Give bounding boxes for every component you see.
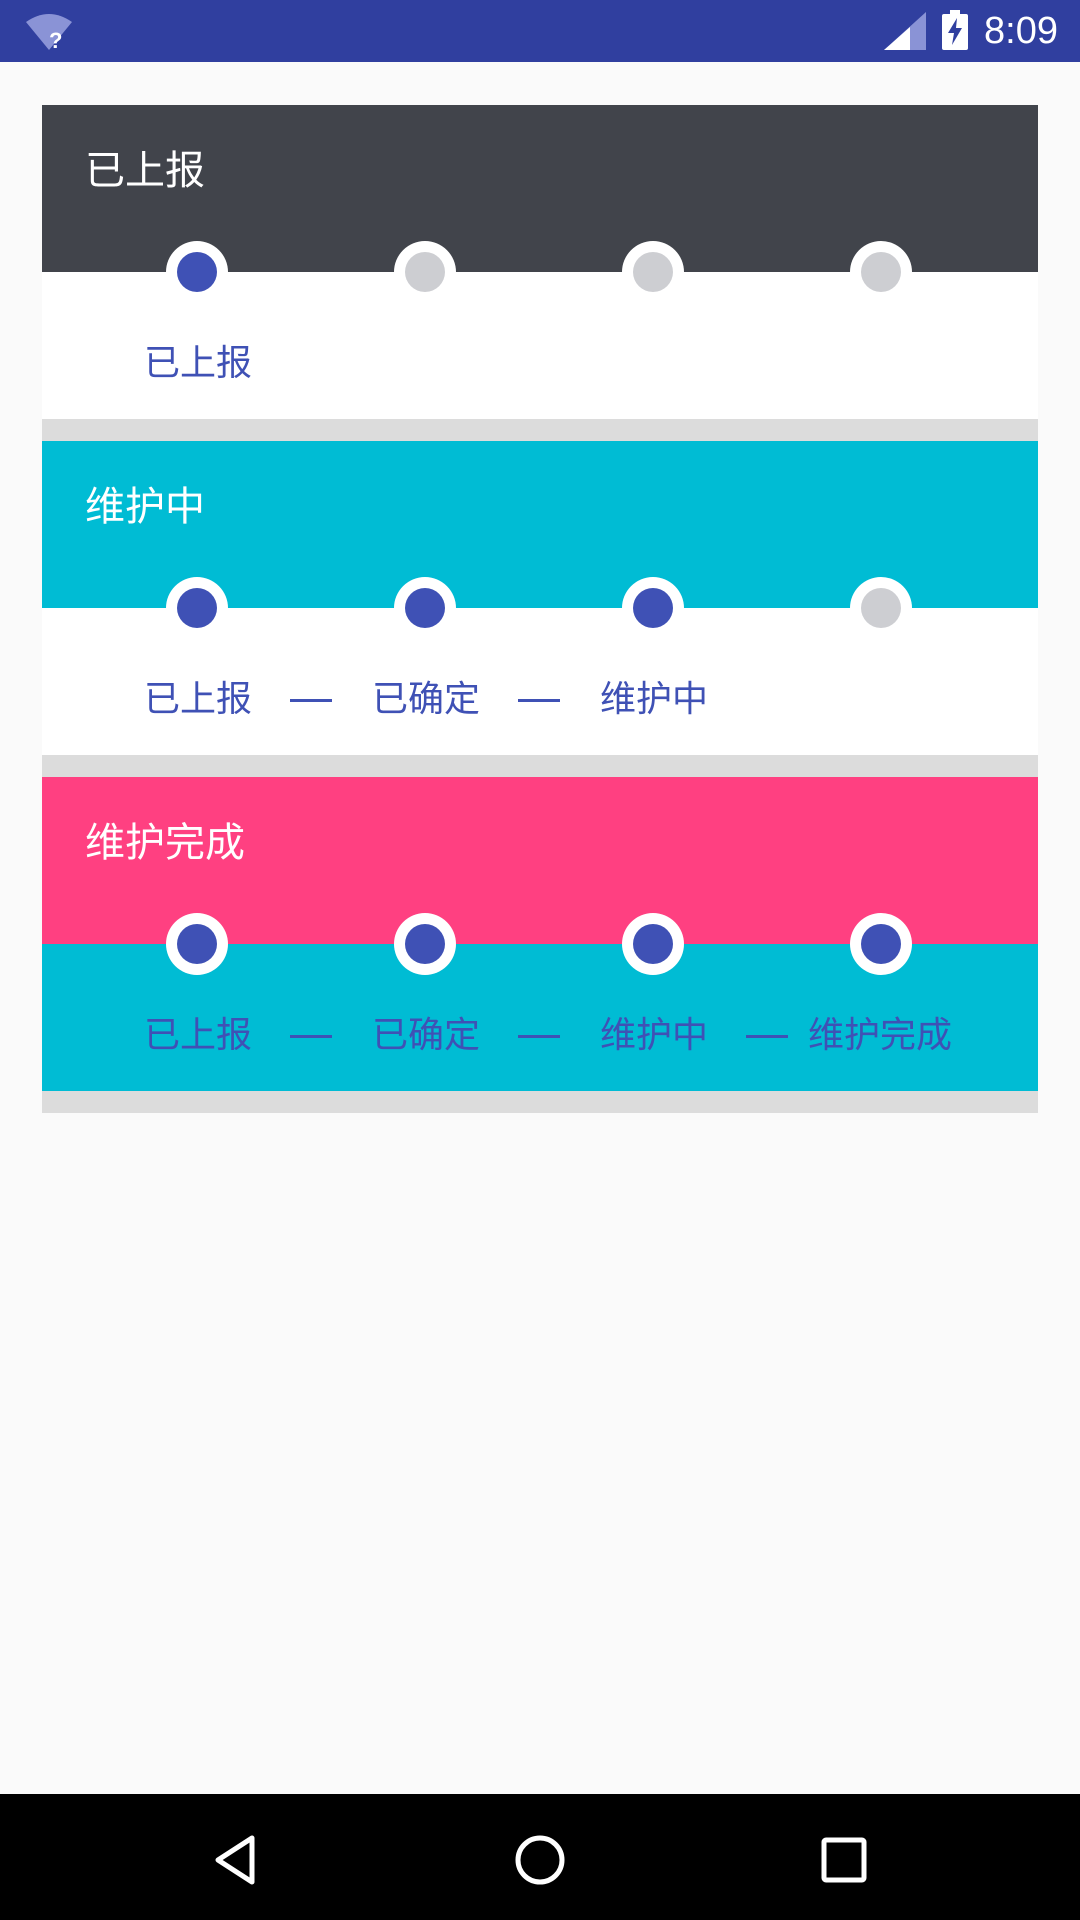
card-divider [42, 755, 1038, 777]
step-label-2: 已确定 [372, 679, 481, 720]
step-label-3: 维护中 [600, 1015, 709, 1056]
step-connector [518, 1035, 560, 1038]
step-dot-4 [850, 241, 912, 303]
cell-signal-icon [884, 12, 926, 50]
navigation-bar [0, 1794, 1080, 1920]
status-bar: ? 8:09 [0, 0, 1080, 62]
card-title: 维护中 [85, 484, 205, 530]
card-title: 维护完成 [85, 820, 245, 866]
status-card-completed: 维护完成 已上报 已确定 维护中 维护完成 [42, 777, 1038, 1113]
step-connector [290, 699, 332, 702]
step-dot-1 [166, 913, 228, 975]
status-card-maintaining: 维护中 已上报 已确定 维护中 [42, 441, 1038, 777]
step-dot-2 [394, 241, 456, 303]
battery-charging-icon [942, 10, 968, 50]
step-dot-2 [394, 913, 456, 975]
step-dot-1 [166, 241, 228, 303]
card-title: 已上报 [85, 148, 205, 194]
step-dot-4 [850, 577, 912, 639]
back-icon[interactable] [208, 1832, 264, 1888]
step-dot-3 [622, 241, 684, 303]
wifi-unknown-icon: ? [26, 14, 72, 52]
step-label-1: 已上报 [144, 679, 253, 720]
status-card-reported: 已上报 已上报 [42, 105, 1038, 441]
step-dot-1 [166, 577, 228, 639]
home-icon[interactable] [512, 1832, 568, 1888]
step-dot-2 [394, 577, 456, 639]
recents-icon[interactable] [816, 1832, 872, 1888]
step-connector [746, 1035, 788, 1038]
step-label-1: 已上报 [144, 1015, 253, 1056]
step-connector [290, 1035, 332, 1038]
step-dot-3 [622, 913, 684, 975]
step-label-3: 维护中 [600, 679, 709, 720]
clock-time: 8:09 [984, 10, 1058, 52]
svg-text:?: ? [49, 28, 62, 52]
step-dot-3 [622, 577, 684, 639]
step-label-1: 已上报 [144, 343, 253, 384]
step-dot-4 [850, 913, 912, 975]
step-connector [518, 699, 560, 702]
card-divider [42, 419, 1038, 441]
step-label-2: 已确定 [372, 1015, 481, 1056]
step-label-4: 维护完成 [808, 1015, 953, 1056]
card-divider [42, 1091, 1038, 1113]
